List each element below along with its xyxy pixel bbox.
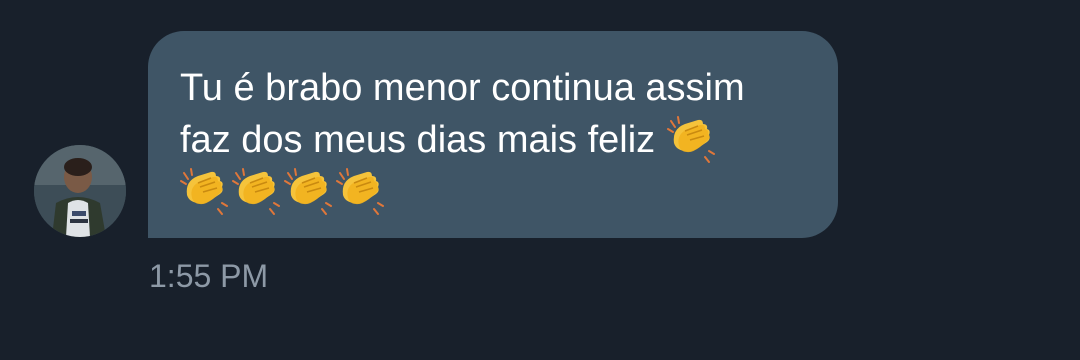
avatar[interactable] xyxy=(34,145,126,237)
message-line-2: faz dos meus dias mais feliz xyxy=(180,114,808,166)
clapping-hands-icon xyxy=(665,115,716,165)
message-text-line-2: faz dos meus dias mais feliz xyxy=(180,119,656,161)
emoji-row xyxy=(178,166,808,218)
message-line-1: Tu é brabo menor continua assim xyxy=(180,62,808,114)
clapping-hands-icon xyxy=(178,167,228,217)
message-text-line-1: Tu é brabo menor continua assim xyxy=(180,67,745,109)
avatar-photo xyxy=(34,145,126,237)
clapping-hands-icon xyxy=(282,167,332,217)
message-bubble[interactable]: Tu é brabo menor continua assim faz dos … xyxy=(148,31,838,238)
clapping-hands-icon xyxy=(334,167,384,217)
chat-view: Tu é brabo menor continua assim faz dos … xyxy=(0,0,1080,360)
message-timestamp: 1:55 PM xyxy=(149,258,269,294)
clapping-hands-icon xyxy=(230,167,280,217)
